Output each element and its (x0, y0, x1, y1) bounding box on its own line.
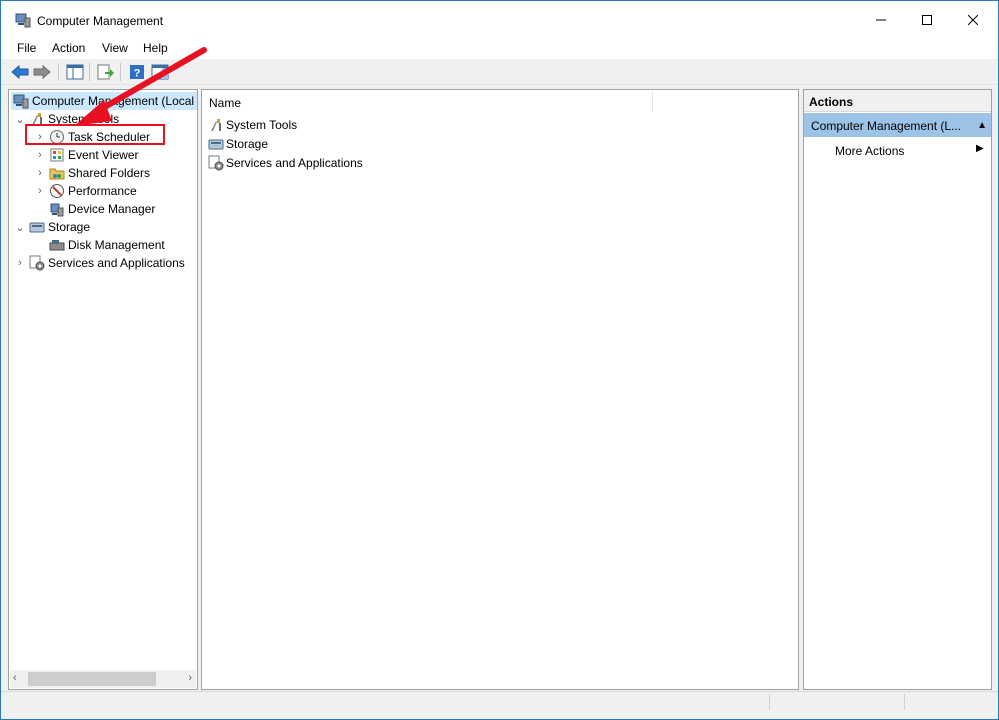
menu-action[interactable]: Action (52, 41, 85, 55)
show-hide-action-pane-icon (151, 64, 169, 80)
computer-management-app-icon (15, 13, 31, 28)
actions-group-label: Computer Management (L... (811, 119, 962, 133)
more-actions-item[interactable]: More Actions (835, 144, 904, 158)
tree-item-label: Disk Management (68, 238, 165, 252)
toolbar-separator (89, 63, 90, 81)
actions-header: Actions (804, 90, 991, 112)
status-divider (904, 694, 905, 710)
title-bar: Computer Management (1, 1, 998, 39)
horizontal-scrollbar[interactable]: ‹ › (10, 670, 196, 688)
maximize-button[interactable] (904, 1, 950, 39)
list-item-label: Services and Applications (226, 156, 363, 170)
scroll-right-icon[interactable]: › (188, 672, 192, 684)
export-list-icon (97, 64, 114, 80)
status-bar (1, 691, 998, 711)
expand-chevron-icon[interactable]: › (33, 167, 47, 179)
collapse-chevron-icon[interactable]: ⌄ (13, 221, 27, 234)
tree-item-label: Computer Management (Local (32, 94, 195, 108)
scroll-left-icon[interactable]: ‹ (13, 672, 17, 684)
maximize-icon (922, 15, 932, 25)
export-list-button[interactable] (96, 62, 116, 82)
expand-chevron-icon[interactable]: › (33, 149, 47, 161)
services-applications-icon (29, 255, 45, 271)
list-item-label: System Tools (226, 118, 298, 132)
tree-item-device-manager[interactable]: Device Manager (47, 200, 155, 218)
shared-folder-icon (49, 168, 65, 180)
svg-text:?: ? (134, 68, 141, 80)
tree-item-shared-folders[interactable]: › Shared Folders (33, 164, 150, 182)
menu-file[interactable]: File (17, 41, 36, 55)
tree-item-label: Services and Applications (48, 256, 185, 270)
annotation-highlight-box (25, 124, 165, 145)
minimize-button[interactable] (858, 1, 904, 39)
tree-item-disk-management[interactable]: Disk Management (47, 236, 165, 254)
computer-management-window: Computer Management File Action View Hel… (0, 0, 999, 720)
computer-management-icon (13, 94, 29, 109)
tree-item-performance[interactable]: › Performance (33, 182, 137, 200)
actions-group-computer-management[interactable]: Computer Management (L... ▲ (804, 113, 991, 137)
collapse-caret-icon[interactable]: ▲ (977, 120, 987, 131)
menu-view[interactable]: View (102, 41, 128, 55)
toolbar: ? (1, 59, 998, 85)
storage-icon (208, 139, 224, 150)
list-item[interactable]: Storage (208, 135, 268, 153)
show-hide-action-pane-button[interactable] (150, 62, 170, 82)
device-manager-icon (50, 203, 64, 217)
help-icon: ? (130, 65, 144, 80)
system-tools-icon (211, 119, 221, 131)
expand-chevron-icon[interactable]: › (33, 185, 47, 197)
expand-chevron-icon[interactable]: › (13, 257, 27, 269)
back-button[interactable] (10, 62, 30, 82)
forward-icon (33, 65, 51, 79)
status-divider (769, 694, 770, 710)
help-button[interactable]: ? (127, 62, 147, 82)
tree-item-event-viewer[interactable]: › Event Viewer (33, 146, 138, 164)
actions-pane: Actions Computer Management (L... ▲ More… (803, 89, 992, 690)
column-divider[interactable] (652, 92, 653, 112)
tree-item-label: Shared Folders (68, 166, 151, 180)
close-icon (968, 15, 978, 25)
submenu-arrow-icon: ▶ (976, 143, 984, 154)
console-tree-pane[interactable]: Computer Management (Local ⌄ System Tool… (8, 89, 198, 690)
close-button[interactable] (950, 1, 996, 39)
tree-item-storage[interactable]: ⌄ Storage (13, 218, 90, 236)
menu-help[interactable]: Help (143, 41, 168, 55)
column-header-name[interactable]: Name (209, 96, 241, 110)
column-header: Name (202, 90, 798, 114)
toolbar-separator (58, 63, 59, 81)
show-hide-console-tree-icon (66, 64, 84, 80)
disk-management-icon (49, 240, 65, 251)
results-pane: Name System Tools Storage Services and A… (201, 89, 799, 690)
storage-icon (29, 222, 45, 233)
show-hide-console-tree-button[interactable] (65, 62, 85, 82)
list-item[interactable]: System Tools (208, 116, 297, 134)
window-title: Computer Management (37, 14, 164, 28)
tree-item-label: Device Manager (68, 202, 156, 216)
menu-bar: File Action View Help (1, 39, 998, 59)
toolbar-separator (120, 63, 121, 81)
tree-item-computer-management[interactable]: Computer Management (Local (11, 92, 197, 110)
list-item[interactable]: Services and Applications (208, 154, 363, 172)
tree-item-label: Storage (48, 220, 91, 234)
back-icon (11, 65, 29, 79)
tree-item-label: Performance (68, 184, 137, 198)
forward-button[interactable] (32, 62, 52, 82)
event-viewer-icon (50, 148, 64, 162)
tree-item-services-and-applications[interactable]: › Services and Applications (13, 254, 185, 272)
performance-icon (50, 184, 64, 198)
scrollbar-thumb[interactable] (28, 672, 156, 686)
list-item-label: Storage (226, 137, 269, 151)
minimize-icon (876, 19, 886, 21)
tree-item-label: Event Viewer (68, 148, 139, 162)
services-applications-icon (208, 155, 224, 171)
